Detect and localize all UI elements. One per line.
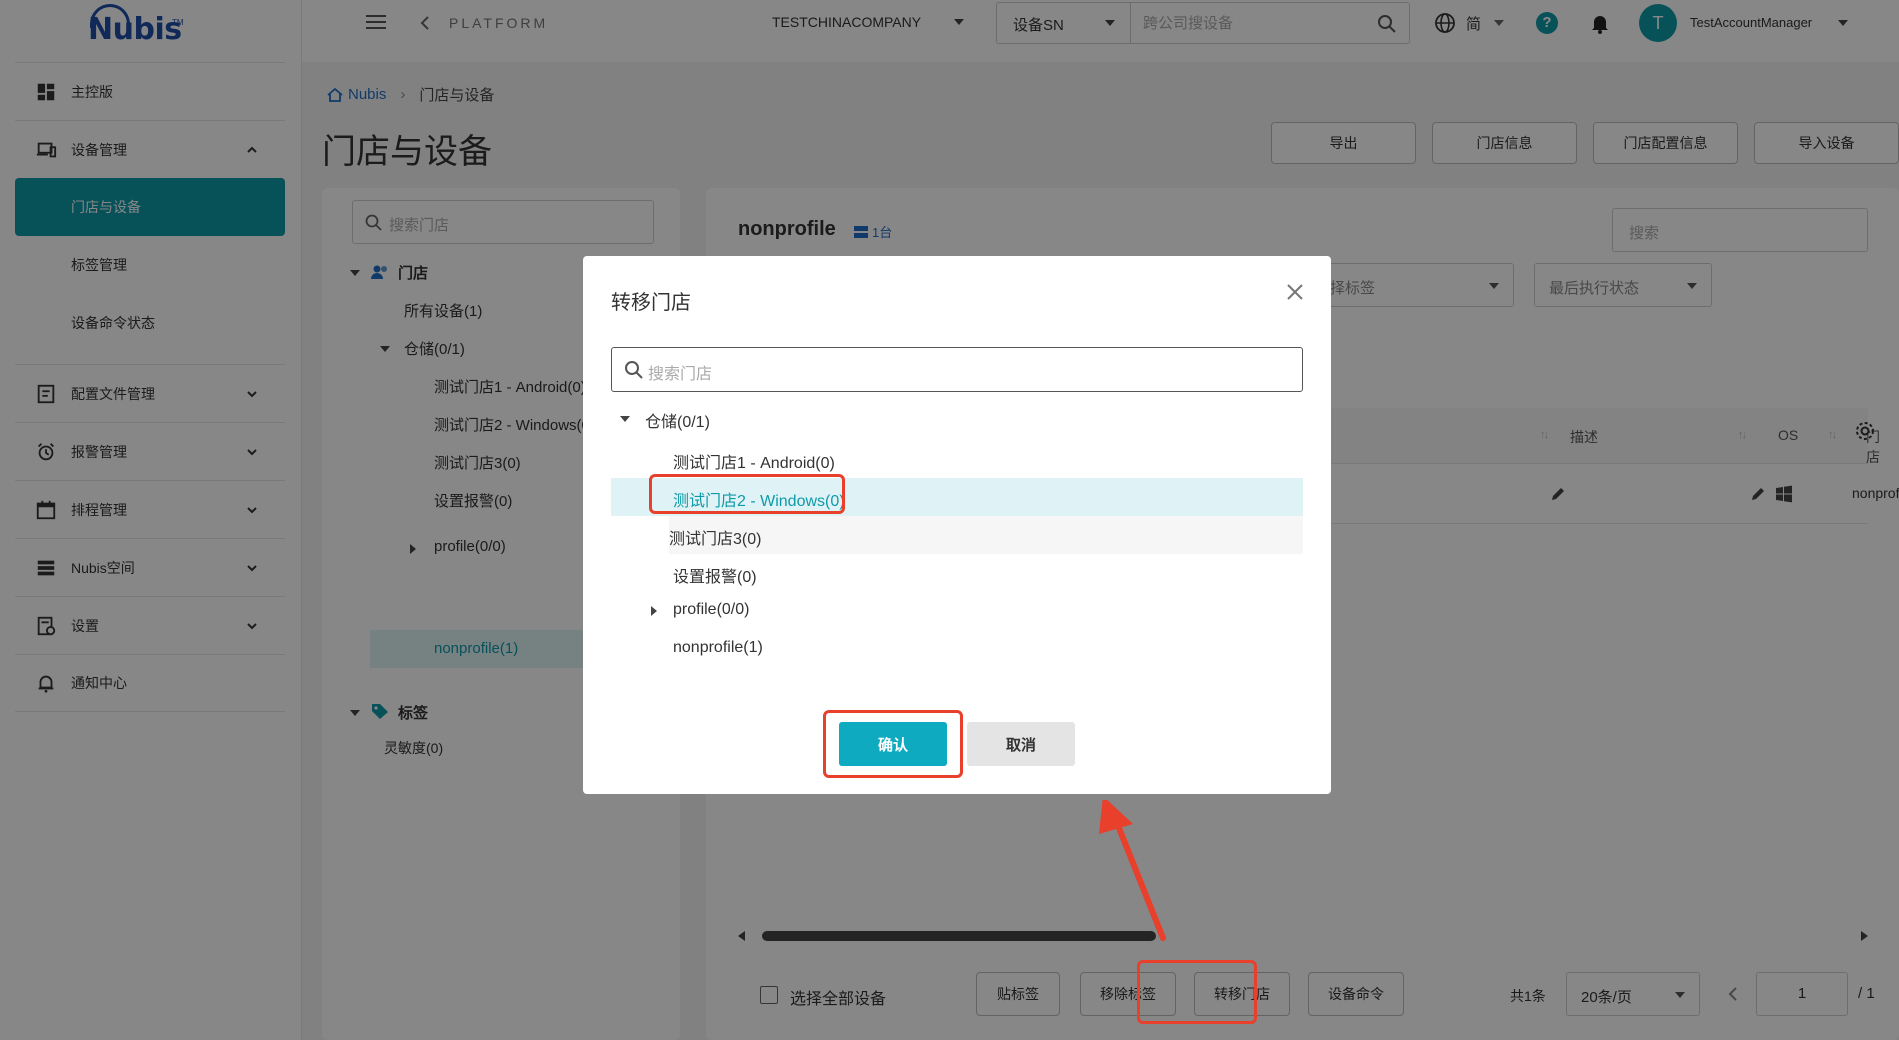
dialog-tree-item[interactable]: 测试门店3(0): [669, 516, 1303, 554]
transfer-store-dialog: 转移门店 搜索门店 仓储(0/1) 测试门店1 - Android(0) 测试门…: [583, 256, 1331, 794]
dialog-tree-item-selected[interactable]: 测试门店2 - Windows(0): [611, 478, 1303, 516]
confirm-button[interactable]: 确认: [839, 722, 947, 766]
close-icon[interactable]: [1285, 282, 1305, 302]
dialog-store-search-input[interactable]: 搜索门店: [611, 347, 1303, 392]
dialog-tree-item-label: 测试门店3(0): [669, 531, 762, 548]
dialog-search-placeholder: 搜索门店: [648, 366, 713, 383]
dialog-tree-item-label: 设置报警(0): [673, 569, 757, 586]
dialog-tree-item[interactable]: 测试门店1 - Android(0): [611, 440, 1303, 478]
cancel-button[interactable]: 取消: [967, 722, 1075, 766]
dialog-tree-item-label: profile(0/0): [673, 601, 750, 618]
dialog-tree-item-label: 测试门店2 - Windows(0): [673, 493, 845, 510]
dialog-tree-item[interactable]: nonprofile(1): [611, 630, 1303, 668]
caret-down-icon[interactable]: [620, 416, 630, 422]
dialog-tree-item-label: 测试门店1 - Android(0): [673, 455, 835, 472]
dialog-tree-item[interactable]: 设置报警(0): [611, 554, 1303, 592]
dialog-tree-item-label: nonprofile(1): [673, 639, 763, 656]
dialog-tree-warehouse[interactable]: 仓储(0/1): [645, 408, 710, 432]
dialog-tree-item[interactable]: profile(0/0): [611, 592, 1303, 630]
dialog-title: 转移门店: [611, 292, 691, 314]
caret-right-icon[interactable]: [651, 606, 657, 616]
search-icon: [625, 361, 643, 379]
